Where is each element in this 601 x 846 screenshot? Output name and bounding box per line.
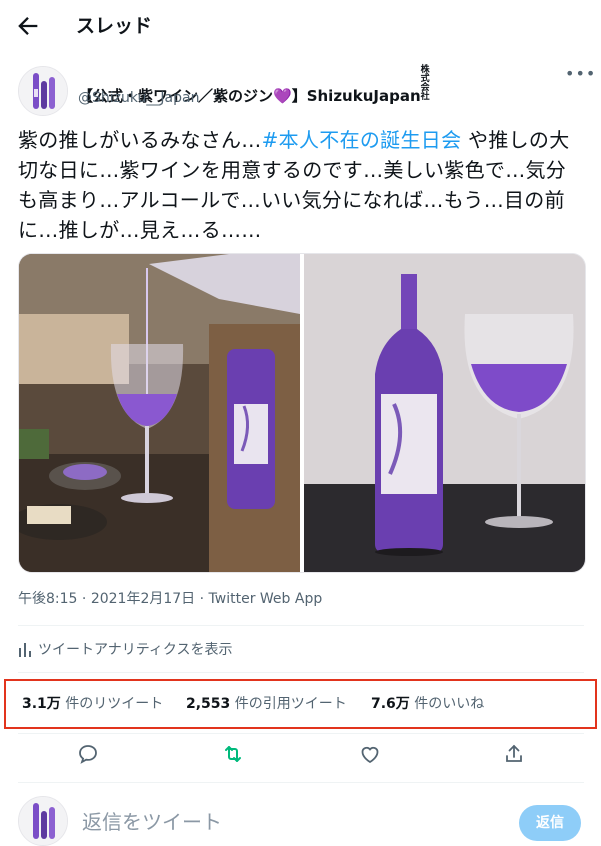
likes-count: 7.6万 <box>371 696 410 712</box>
likes-label: 件のいいね <box>409 696 485 712</box>
page-title: スレッド <box>76 15 153 37</box>
tweet-time[interactable]: 午後8:15 <box>18 591 77 607</box>
divider <box>18 782 584 783</box>
retweet-icon[interactable] <box>221 742 249 770</box>
tweet-date[interactable]: 2021年2月17日 <box>91 591 195 607</box>
reply-icon[interactable] <box>76 742 104 770</box>
tweet-meta: 午後8:15 · 2021年2月17日 · Twitter Web App <box>18 589 322 609</box>
author-avatar[interactable] <box>18 66 68 116</box>
reply-input[interactable]: 返信をツイート <box>82 808 222 836</box>
share-icon[interactable] <box>502 742 530 770</box>
author-display-name-suffix: 】ShizukuJapan <box>291 87 421 105</box>
arrow-left-icon[interactable] <box>14 12 42 40</box>
meta-separator: · <box>77 591 91 607</box>
likes-stat[interactable]: 7.6万 件のいいね <box>371 694 484 714</box>
meta-separator: · <box>195 591 209 607</box>
retweets-label: 件のリツイート <box>60 696 164 712</box>
user-avatar <box>18 796 68 846</box>
tweet-text: 紫の推しがいるみなさん…#本人不在の誕生日会 や推しの大切な日に…紫ワインを用意… <box>18 125 584 245</box>
purple-heart-icon: 💜 <box>273 87 292 105</box>
divider <box>18 733 584 734</box>
quotes-label: 件の引用ツイート <box>230 696 347 712</box>
hashtag-link[interactable]: #本人不在の誕生日会 <box>262 128 462 152</box>
more-options-icon[interactable]: ••• <box>565 64 596 83</box>
media-photo-left[interactable] <box>19 254 300 572</box>
company-badge: 株式会社 <box>420 65 430 102</box>
tweet-source[interactable]: Twitter Web App <box>209 591 323 607</box>
quotes-count: 2,553 <box>186 696 231 712</box>
quotes-stat[interactable]: 2,553 件の引用ツイート <box>186 694 347 714</box>
tweet-text-part: 紫の推しがいるみなさん… <box>18 128 262 152</box>
engagement-stats: 3.1万 件のリツイート 2,553 件の引用ツイート 7.6万 件のいいね <box>4 679 597 729</box>
divider <box>18 672 584 673</box>
analytics-link[interactable]: ツイートアナリティクスを表示 <box>18 640 232 660</box>
reply-button[interactable]: 返信 <box>519 805 581 841</box>
media-photo-right[interactable] <box>304 254 585 572</box>
divider <box>18 625 584 626</box>
analytics-label: ツイートアナリティクスを表示 <box>38 642 233 658</box>
author-handle[interactable]: @Shizuku__Japan <box>78 88 199 108</box>
thread-header: スレッド <box>0 0 601 52</box>
tweet-media[interactable] <box>18 253 586 573</box>
retweets-stat[interactable]: 3.1万 件のリツイート <box>22 694 163 714</box>
retweets-count: 3.1万 <box>22 696 61 712</box>
analytics-icon <box>19 643 31 657</box>
tweet-actions <box>0 742 601 772</box>
like-icon[interactable] <box>358 742 386 770</box>
